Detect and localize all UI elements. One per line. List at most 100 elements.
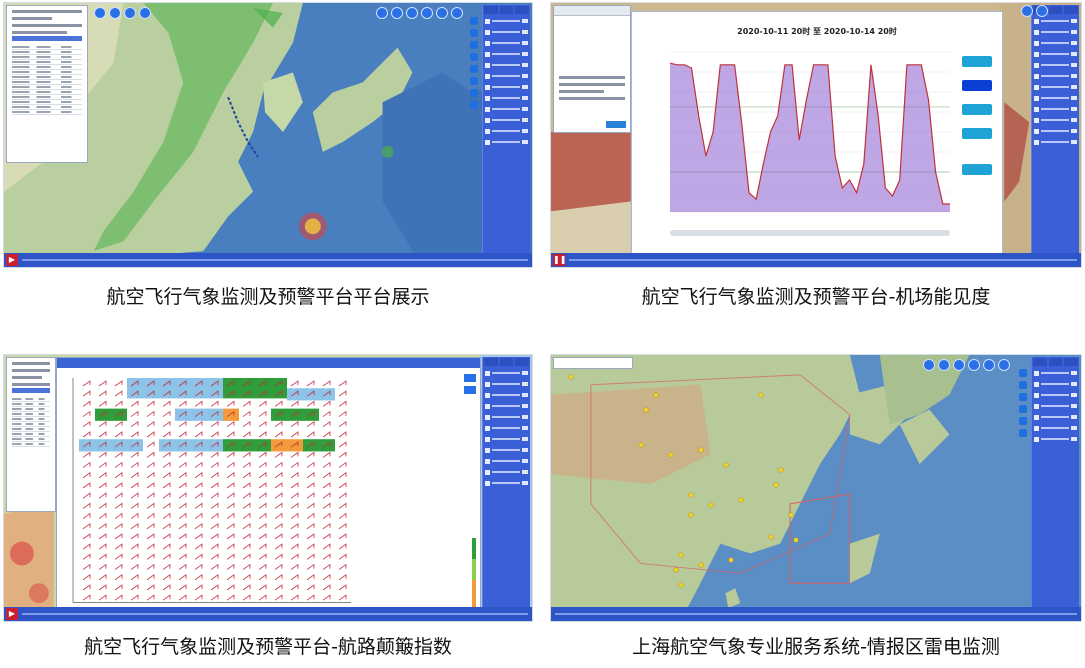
fullscreen-icon[interactable] (451, 7, 463, 19)
layer-item[interactable] (1034, 60, 1077, 70)
time-track[interactable] (569, 259, 1077, 261)
layer-item[interactable] (485, 390, 528, 400)
layer-item[interactable] (485, 368, 528, 378)
layer-list-panel[interactable] (1031, 5, 1079, 253)
layer-icon[interactable] (470, 77, 478, 85)
route-icon[interactable] (983, 359, 995, 371)
time-slider[interactable]: ▶ (4, 253, 532, 267)
chart-mode-button[interactable] (962, 56, 992, 67)
layer-item[interactable] (485, 115, 528, 125)
layer-item[interactable] (1034, 379, 1077, 389)
time-slider[interactable] (551, 607, 1081, 621)
layer-icon[interactable] (470, 17, 478, 25)
layer-item[interactable] (485, 401, 528, 411)
layer-icon[interactable] (1019, 417, 1027, 425)
layer-item[interactable] (485, 82, 528, 92)
layer-item[interactable] (485, 478, 528, 488)
layer-icon[interactable] (1019, 429, 1027, 437)
layer-item[interactable] (1034, 126, 1077, 136)
layer-item[interactable] (485, 126, 528, 136)
query-button[interactable] (606, 121, 626, 128)
layer-item[interactable] (485, 60, 528, 70)
layer-item[interactable] (485, 71, 528, 81)
layer-tabs[interactable] (483, 357, 530, 367)
layer-item[interactable] (485, 137, 528, 147)
layer-item[interactable] (1034, 82, 1077, 92)
close-icon[interactable] (953, 359, 965, 371)
layer-item[interactable] (1034, 49, 1077, 59)
print-icon[interactable] (376, 7, 388, 19)
layer-item[interactable] (1034, 368, 1077, 378)
station-info-panel[interactable] (6, 357, 56, 512)
layer-item[interactable] (485, 16, 528, 26)
tool-icon[interactable] (94, 7, 106, 19)
tool-icon[interactable] (1021, 5, 1033, 17)
layer-item[interactable] (1034, 401, 1077, 411)
fullscreen-icon[interactable] (998, 359, 1010, 371)
layer-item[interactable] (1034, 27, 1077, 37)
layer-item[interactable] (485, 423, 528, 433)
layer-item[interactable] (485, 379, 528, 389)
station-info-panel[interactable] (6, 5, 88, 163)
layer-item[interactable] (485, 104, 528, 114)
layer-item[interactable] (1034, 423, 1077, 433)
layer-item[interactable] (1034, 115, 1077, 125)
time-slider[interactable]: ▶ (4, 607, 532, 621)
tool-icon[interactable] (139, 7, 151, 19)
time-track[interactable] (22, 259, 528, 261)
time-track[interactable] (555, 613, 1077, 615)
layer-item[interactable] (485, 467, 528, 477)
layer-icon[interactable] (470, 89, 478, 97)
layer-icon[interactable] (1019, 369, 1027, 377)
layer-item[interactable] (485, 38, 528, 48)
time-track[interactable] (22, 613, 528, 615)
play-icon[interactable]: ▶ (6, 608, 18, 620)
lightning-map[interactable] (551, 355, 1081, 621)
layer-icon[interactable] (1019, 405, 1027, 413)
layer-item[interactable] (1034, 104, 1077, 114)
layer-item[interactable] (1034, 93, 1077, 103)
chart-mode-button[interactable] (962, 128, 992, 139)
layer-item[interactable] (485, 93, 528, 103)
tool-icon[interactable] (124, 7, 136, 19)
route-icon[interactable] (436, 7, 448, 19)
layer-icon[interactable] (470, 65, 478, 73)
layer-icon[interactable] (470, 101, 478, 109)
chart-mode-button[interactable] (962, 80, 992, 91)
layer-tabs[interactable] (483, 5, 530, 15)
layer-item[interactable] (485, 49, 528, 59)
layer-item[interactable] (1034, 71, 1077, 81)
plane-icon[interactable] (421, 7, 433, 19)
plane-icon[interactable] (968, 359, 980, 371)
layer-item[interactable] (485, 434, 528, 444)
close-icon[interactable] (406, 7, 418, 19)
layer-icon[interactable] (1019, 393, 1027, 401)
layer-icon[interactable] (470, 41, 478, 49)
layer-item[interactable] (485, 412, 528, 422)
layer-item[interactable] (1034, 137, 1077, 147)
measure-icon[interactable] (938, 359, 950, 371)
layer-item[interactable] (485, 456, 528, 466)
layer-icon[interactable] (1019, 381, 1027, 389)
layer-list-panel[interactable] (482, 357, 530, 607)
close-button[interactable] (464, 374, 476, 382)
search-input[interactable] (553, 357, 633, 369)
layer-icon[interactable] (470, 53, 478, 61)
layer-item[interactable] (1034, 38, 1077, 48)
tool-icon[interactable] (109, 7, 121, 19)
print-icon[interactable] (923, 359, 935, 371)
play-icon[interactable]: ▶ (6, 254, 18, 266)
tool-icon[interactable] (1036, 5, 1048, 17)
layer-item[interactable] (1034, 390, 1077, 400)
pause-icon[interactable]: ❚❚ (553, 254, 566, 266)
layer-tabs[interactable] (1032, 357, 1079, 367)
chart-mode-button[interactable] (962, 104, 992, 115)
layer-list-panel[interactable] (1031, 357, 1079, 607)
time-slider[interactable]: ❚❚ (551, 253, 1081, 267)
layer-item[interactable] (1034, 434, 1077, 444)
measure-icon[interactable] (391, 7, 403, 19)
layer-item[interactable] (485, 27, 528, 37)
layer-list-panel[interactable] (482, 5, 530, 253)
layer-icon[interactable] (470, 29, 478, 37)
layer-item[interactable] (1034, 16, 1077, 26)
